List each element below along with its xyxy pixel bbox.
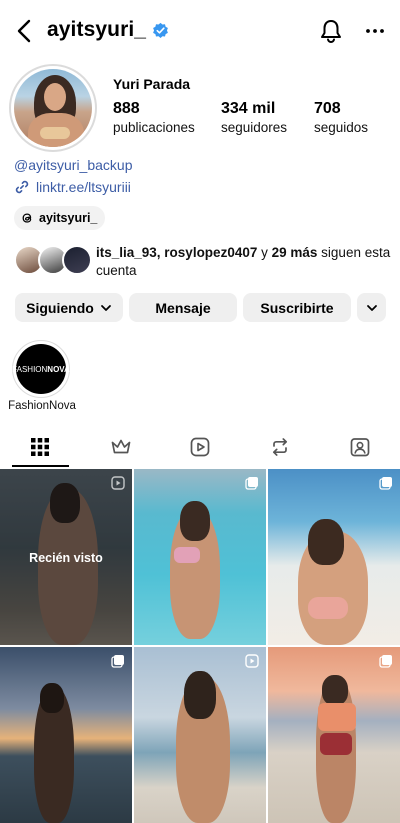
threads-icon bbox=[22, 213, 32, 223]
stat-followers[interactable]: 334 mil seguidores bbox=[221, 100, 287, 135]
message-button[interactable]: Mensaje bbox=[129, 293, 237, 322]
profile-tabs bbox=[0, 428, 400, 468]
following-label: Siguiendo bbox=[26, 299, 94, 316]
tab-posts-grid[interactable] bbox=[12, 428, 68, 466]
post-thumbnail[interactable] bbox=[268, 647, 400, 823]
repost-icon bbox=[272, 438, 288, 456]
post-thumbnail[interactable] bbox=[134, 647, 266, 823]
fashionnova-logo: FASHION NOVA bbox=[12, 344, 70, 394]
stat-value: 708 bbox=[314, 100, 341, 117]
mutual-more-count: 29 más bbox=[271, 245, 318, 260]
crown-icon bbox=[111, 439, 131, 454]
multiple-images-icon bbox=[379, 655, 392, 668]
link-icon bbox=[15, 180, 29, 194]
tab-reels[interactable] bbox=[172, 428, 228, 466]
bio-mention-link[interactable]: @ayitsyuri_backup bbox=[14, 157, 133, 173]
tab-subscriptions[interactable] bbox=[93, 428, 149, 466]
post-thumbnail[interactable] bbox=[134, 469, 266, 645]
bell-icon[interactable] bbox=[318, 18, 344, 44]
chevron-down-icon bbox=[100, 304, 111, 311]
stat-following[interactable]: 708 seguidos bbox=[314, 100, 368, 135]
tab-tagged[interactable] bbox=[332, 428, 388, 466]
following-button[interactable]: Siguiendo bbox=[15, 293, 123, 322]
connector-text: y bbox=[257, 245, 272, 260]
display-name: Yuri Parada bbox=[113, 76, 191, 92]
recently-seen-label: Recién visto bbox=[29, 551, 103, 565]
followed-by-row[interactable]: its_lia_93, rosylopez0407 y 29 más sigue… bbox=[14, 244, 390, 280]
tab-reposts[interactable] bbox=[252, 428, 308, 466]
tagged-icon bbox=[350, 438, 370, 457]
post-thumbnail[interactable]: Recién visto bbox=[0, 469, 132, 645]
stat-label: seguidos bbox=[314, 120, 369, 135]
multiple-images-icon bbox=[111, 655, 124, 668]
post-thumbnail[interactable] bbox=[268, 469, 400, 645]
multiple-images-icon bbox=[245, 477, 258, 490]
top-bar: ayitsyuri_ bbox=[0, 0, 400, 62]
subscribe-button[interactable]: Suscribirte bbox=[243, 293, 351, 322]
mutual-names: its_lia_93, rosylopez0407 bbox=[96, 245, 258, 260]
grid-icon bbox=[31, 438, 49, 456]
username-text: ayitsyuri_ bbox=[47, 18, 147, 41]
stat-value: 334 mil bbox=[221, 100, 276, 117]
link-text: linktr.ee/ltsyuriii bbox=[36, 179, 131, 195]
avatar-photo bbox=[14, 69, 92, 147]
message-label: Mensaje bbox=[155, 299, 211, 316]
posts-grid: Recién visto bbox=[0, 469, 400, 823]
threads-badge[interactable]: ayitsyuri_ bbox=[14, 206, 106, 230]
more-options-icon[interactable] bbox=[364, 22, 386, 40]
mutual-avatars bbox=[14, 244, 96, 276]
back-arrow-icon[interactable] bbox=[14, 18, 36, 44]
suggested-accounts-button[interactable] bbox=[357, 293, 386, 322]
threads-handle: ayitsyuri_ bbox=[39, 211, 98, 225]
profile-avatar[interactable] bbox=[9, 64, 97, 152]
verified-badge-icon bbox=[153, 22, 168, 38]
reel-icon bbox=[111, 476, 125, 490]
active-tab-indicator bbox=[12, 465, 69, 467]
post-thumbnail[interactable] bbox=[0, 647, 132, 823]
highlight-label: FashionNova bbox=[8, 400, 76, 412]
story-highlight[interactable]: FASHION NOVA FashionNova bbox=[8, 340, 76, 412]
bio-external-link[interactable]: linktr.ee/ltsyuriii bbox=[14, 179, 131, 195]
reel-icon bbox=[245, 654, 259, 668]
reels-icon bbox=[190, 437, 210, 457]
stat-posts: 888 publicaciones bbox=[113, 100, 195, 135]
stat-label: publicaciones bbox=[113, 120, 195, 135]
highlight-cover-ring: FASHION NOVA bbox=[12, 340, 70, 398]
multiple-images-icon bbox=[379, 477, 392, 490]
chevron-down-icon bbox=[366, 304, 377, 311]
stat-value: 888 bbox=[113, 100, 140, 117]
mutual-avatar bbox=[62, 245, 92, 275]
subscribe-label: Suscribirte bbox=[260, 299, 334, 316]
profile-username: ayitsyuri_ bbox=[47, 18, 169, 42]
followed-by-text: its_lia_93, rosylopez0407 y 29 más sigue… bbox=[96, 244, 396, 280]
stat-label: seguidores bbox=[221, 120, 288, 135]
